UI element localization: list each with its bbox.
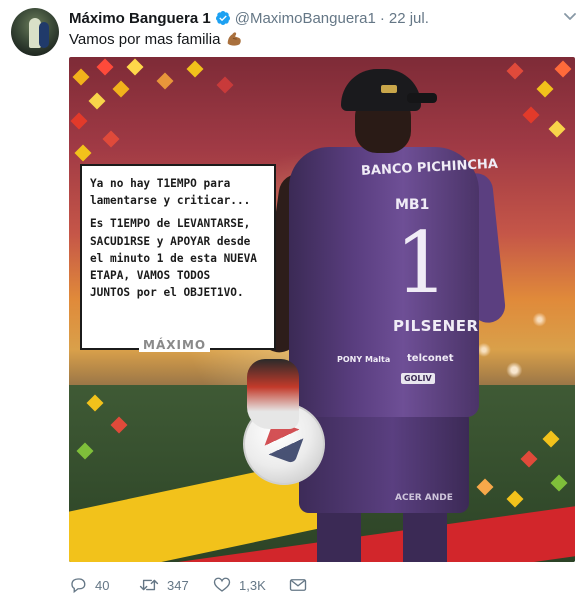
player-right-leg (403, 507, 447, 562)
avatar-figure-2 (39, 22, 49, 48)
quote-line: el minuto 1 de esta NUEVA (90, 251, 257, 265)
tweet-text: Vamos por mas familia (69, 30, 243, 48)
quote-line: JUNTOS por el OBJET1VO. (90, 286, 244, 300)
direct-message-button[interactable] (289, 577, 319, 593)
quote-signature: MÁXIMO (139, 338, 211, 352)
retweet-count: 347 (167, 577, 189, 593)
jersey-number: 1 (395, 214, 449, 312)
goalkeeper-glove (247, 359, 299, 429)
cap-logo (381, 85, 397, 93)
tweet-text-content: Vamos por mas familia (69, 30, 221, 48)
jersey-sponsor-2: telconet (407, 353, 454, 364)
reply-count: 40 (95, 577, 110, 593)
chevron-down-icon[interactable] (564, 12, 576, 22)
tweet-media-image[interactable]: BANCO PICHINCHA MB1 1 PILSENER telconet … (69, 57, 575, 562)
player-cap-brim (407, 93, 437, 103)
jersey-sponsor: PILSENER (393, 317, 479, 335)
tweet[interactable]: Máximo Banguera 1 @MaximoBanguera1 · 22 … (0, 0, 586, 612)
goalkeeper-figure: BANCO PICHINCHA MB1 1 PILSENER telconet … (243, 63, 507, 562)
player-jersey (289, 147, 479, 417)
tweet-header: Máximo Banguera 1 @MaximoBanguera1 · 22 … (69, 8, 429, 28)
quote-line: Ya no hay T1EMPO para (90, 177, 231, 190)
tweet-actions: 40 347 1,3K (69, 574, 319, 596)
author-handle[interactable]: @MaximoBanguera1 (235, 10, 376, 27)
heart-icon (213, 577, 231, 592)
author-name[interactable]: Máximo Banguera 1 (69, 10, 211, 27)
separator-dot: · (379, 9, 385, 27)
shorts-sponsor: ACER ANDE (395, 493, 453, 503)
envelope-icon (289, 579, 307, 591)
quote-line: Es T1EMPO de LEVANTARSE, (90, 217, 251, 231)
jersey-sponsor-3: PONY Malta (337, 355, 391, 364)
quote-line: lamentarse y criticar... (90, 194, 251, 208)
tweet-timestamp[interactable]: 22 jul. (389, 10, 429, 27)
retweet-icon (139, 579, 159, 591)
jersey-initials: MB1 (395, 197, 430, 213)
retweet-button[interactable]: 347 (139, 576, 213, 594)
flexed-biceps-emoji-icon (228, 32, 242, 46)
like-count: 1,3K (239, 577, 266, 593)
reply-button[interactable]: 40 (69, 576, 139, 594)
avatar[interactable] (11, 8, 59, 56)
like-button[interactable]: 1,3K (213, 576, 289, 594)
quote-box: Ya no hay T1EMPO para lamentarse y criti… (80, 164, 276, 350)
quote-line: SACUD1RSE y APOYAR desde (90, 234, 251, 248)
quote-line: ETAPA, VAMOS TODOS (90, 269, 211, 283)
reply-icon (71, 578, 86, 594)
player-left-leg (317, 507, 361, 562)
verified-badge-icon (215, 11, 230, 25)
jersey-sponsor-4: GOLIV (401, 373, 435, 384)
